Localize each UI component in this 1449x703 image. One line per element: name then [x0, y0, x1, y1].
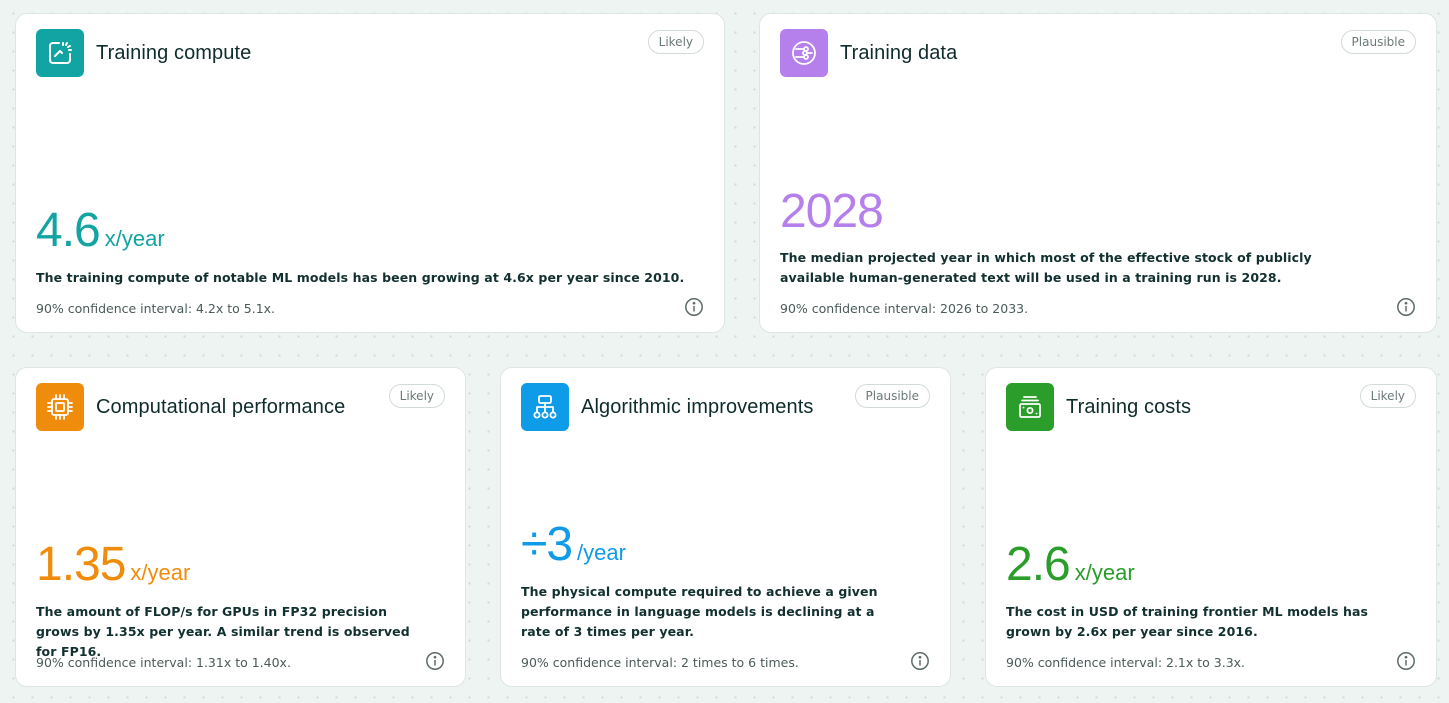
stat-unit: x/year — [1074, 560, 1135, 585]
card-description: The training compute of notable ML model… — [36, 270, 685, 285]
stat-unit: /year — [577, 540, 626, 565]
info-icon[interactable] — [1396, 651, 1416, 671]
card-title: Computational performance — [96, 396, 346, 418]
confidence-interval: 90% confidence interval: 2.1x to 3.3x. — [1006, 655, 1246, 670]
card-training-costs: Training costs Likely 2.6 x/year The cos… — [985, 367, 1437, 687]
likelihood-badge: Plausible — [1340, 30, 1416, 54]
card-description: The amount of FLOP/s for GPUs in FP32 pr… — [36, 604, 410, 659]
likelihood-badge: Likely — [388, 384, 445, 408]
stat-value: ÷3 — [521, 518, 573, 571]
card-training-data: Training data Plausible 2028 The median … — [759, 13, 1437, 333]
confidence-interval: 90% confidence interval: 1.31x to 1.40x. — [36, 655, 291, 670]
stat-value-group: 4.6 x/year — [36, 207, 165, 255]
info-icon[interactable] — [425, 651, 445, 671]
likelihood-badge: Likely — [647, 30, 704, 54]
stat-unit: x/year — [130, 560, 191, 585]
stat-value: 4.6 — [36, 204, 101, 257]
compute-chart-icon — [36, 29, 84, 77]
hierarchy-icon — [521, 383, 569, 431]
card-title: Training data — [840, 42, 958, 64]
stat-value: 1.35 — [36, 538, 126, 591]
likelihood-badge: Likely — [1359, 384, 1416, 408]
likelihood-badge: Plausible — [854, 384, 930, 408]
stat-unit: x/year — [104, 226, 165, 251]
data-nodes-icon — [780, 29, 828, 77]
info-icon[interactable] — [1396, 297, 1416, 317]
stat-value-group: 2.6 x/year — [1006, 541, 1135, 589]
confidence-interval: 90% confidence interval: 2 times to 6 ti… — [521, 655, 799, 670]
stat-value: 2028 — [780, 185, 884, 238]
info-icon[interactable] — [684, 297, 704, 317]
card-description: The physical compute required to achieve… — [521, 584, 878, 639]
card-computational-performance: Computational performance Likely 1.35 x/… — [15, 367, 466, 687]
card-training-compute: Training compute Likely 4.6 x/year The t… — [15, 13, 725, 333]
stat-value-group: 2028 — [780, 188, 888, 236]
money-stack-icon — [1006, 383, 1054, 431]
confidence-interval: 90% confidence interval: 2026 to 2033. — [780, 301, 1029, 316]
confidence-interval: 90% confidence interval: 4.2x to 5.1x. — [36, 301, 276, 316]
chip-icon — [36, 383, 84, 431]
card-algorithmic-improvements: Algorithmic improvements Plausible ÷3 /y… — [500, 367, 951, 687]
card-title: Training compute — [96, 42, 252, 64]
stat-value-group: ÷3 /year — [521, 521, 626, 569]
stat-value-group: 1.35 x/year — [36, 541, 190, 589]
card-description: The cost in USD of training frontier ML … — [1006, 604, 1369, 639]
info-icon[interactable] — [910, 651, 930, 671]
card-title: Training costs — [1066, 396, 1192, 418]
card-title: Algorithmic improvements — [581, 396, 814, 418]
stat-value: 2.6 — [1006, 538, 1071, 591]
card-description: The median projected year in which most … — [780, 250, 1312, 285]
